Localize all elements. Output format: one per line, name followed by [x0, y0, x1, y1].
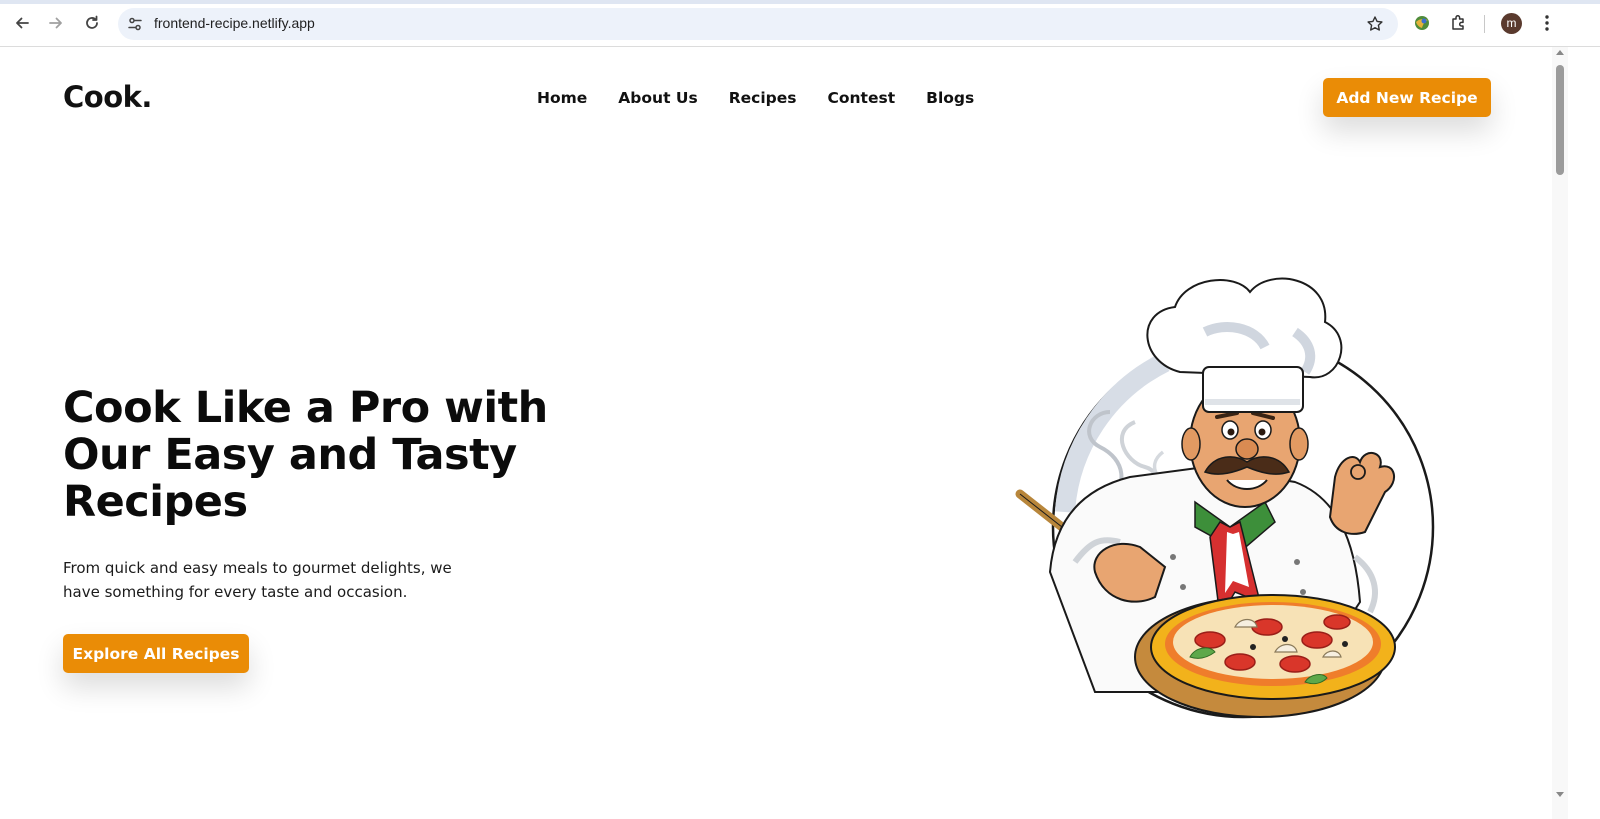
scroll-up-arrow-icon[interactable] [1556, 50, 1564, 55]
address-bar[interactable]: frontend-recipe.netlify.app [118, 8, 1398, 40]
reload-button[interactable] [79, 10, 105, 36]
forward-button[interactable] [43, 10, 69, 36]
explore-all-recipes-button[interactable]: Explore All Recipes [63, 634, 249, 673]
extension-icon[interactable] [1412, 13, 1432, 33]
scroll-down-arrow-icon[interactable] [1556, 792, 1564, 797]
nav-blogs[interactable]: Blogs [926, 89, 974, 107]
url-text[interactable]: frontend-recipe.netlify.app [154, 15, 315, 31]
profile-avatar[interactable]: m [1501, 13, 1522, 34]
bookmark-star-icon[interactable] [1366, 15, 1384, 33]
forward-arrow-icon [49, 17, 62, 29]
nav-recipes[interactable]: Recipes [729, 89, 797, 107]
browser-toolbar: frontend-recipe.netlify.app m [0, 0, 1600, 47]
site-info-icon[interactable] [126, 15, 144, 33]
hero-title: Cook Like a Pro with Our Easy and Tasty … [63, 383, 548, 527]
back-button[interactable] [9, 10, 35, 36]
nav-home[interactable]: Home [537, 89, 587, 107]
back-arrow-icon [16, 17, 29, 29]
reload-icon [86, 15, 98, 29]
toolbar-divider [1484, 15, 1485, 33]
more-vert-icon[interactable] [1537, 12, 1557, 34]
tab-strip [0, 0, 1600, 4]
web-page: Cook. Home About Us Recipes Contest Blog… [0, 47, 1552, 819]
site-logo[interactable]: Cook. [63, 80, 152, 114]
puzzle-icon[interactable] [1449, 13, 1469, 33]
nav-contest[interactable]: Contest [828, 89, 896, 107]
hero-description: From quick and easy meals to gourmet del… [63, 559, 452, 601]
nav-about-us[interactable]: About Us [618, 89, 697, 107]
chef-illustration [1015, 277, 1435, 719]
scrollbar-thumb[interactable] [1556, 65, 1564, 175]
add-new-recipe-button[interactable]: Add New Recipe [1323, 78, 1491, 117]
main-nav: Home About Us Recipes Contest Blogs [537, 89, 1005, 107]
